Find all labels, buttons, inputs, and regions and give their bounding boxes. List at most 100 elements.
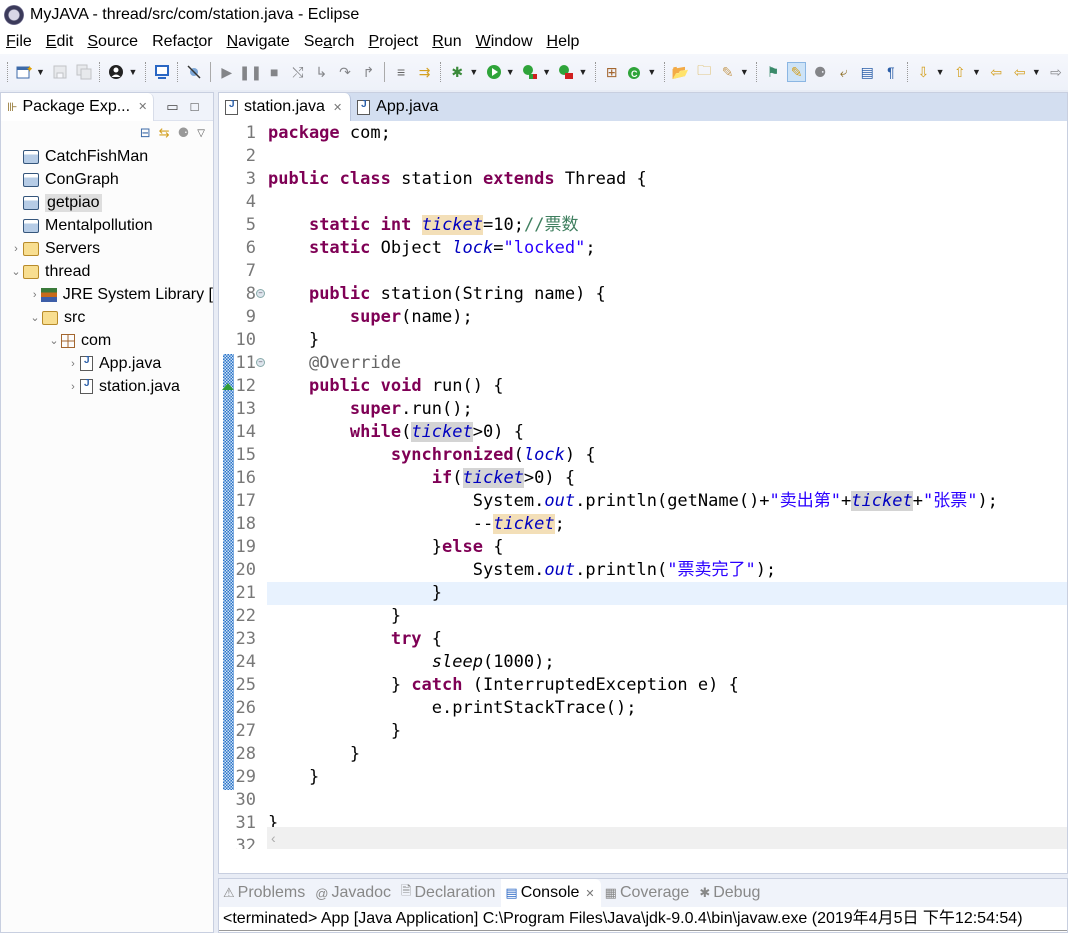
chevron-right-icon[interactable]: › xyxy=(66,381,80,393)
chevron-right-icon[interactable]: › xyxy=(66,358,80,370)
resume-icon[interactable]: ▶ xyxy=(217,62,237,82)
profile-icon[interactable] xyxy=(106,62,126,82)
debug-icon[interactable]: ✱ xyxy=(447,62,467,82)
toggle-breadcrumb-icon[interactable]: ⚑ xyxy=(763,62,783,82)
menu-navigate[interactable]: Navigate xyxy=(227,33,290,51)
step-into-icon[interactable]: ↳ xyxy=(312,62,332,82)
toggle-mark-occurrences-icon[interactable]: ✎ xyxy=(786,62,807,82)
tree-item-app-java[interactable]: ›App.java xyxy=(1,352,213,375)
next-annotation-icon[interactable]: ⇩ xyxy=(914,62,934,82)
menu-help[interactable]: Help xyxy=(547,33,580,51)
tab-debug[interactable]: ✱ Debug xyxy=(695,879,766,907)
profile-dropdown-icon[interactable]: ▼ xyxy=(128,62,138,82)
fold-collapse-icon[interactable]: − xyxy=(256,358,265,367)
menu-search[interactable]: Search xyxy=(304,33,355,51)
run-dropdown-icon[interactable]: ▼ xyxy=(505,62,515,82)
menu-project[interactable]: Project xyxy=(368,33,418,51)
menu-run[interactable]: Run xyxy=(432,33,461,51)
show-whitespace-icon[interactable]: ¶ xyxy=(881,62,901,82)
code-editor[interactable]: 1 package com; 2 3 public class station exte… xyxy=(219,122,1067,849)
new-class-dropdown-icon[interactable]: ▼ xyxy=(647,62,657,82)
keyword: public xyxy=(268,169,330,189)
field-out: out xyxy=(544,491,576,511)
menu-window[interactable]: Window xyxy=(476,33,533,51)
show-source-selected-icon[interactable]: ▤ xyxy=(857,62,877,82)
external-tools-icon[interactable] xyxy=(556,62,576,82)
minimize-icon[interactable]: ▭ xyxy=(166,99,178,115)
toggle-block-selection-icon[interactable]: ⚈ xyxy=(810,62,830,82)
previous-annotation-icon[interactable]: ⇧ xyxy=(950,62,970,82)
scroll-left-icon[interactable]: ‹ xyxy=(271,830,276,846)
step-over-icon[interactable]: ↷ xyxy=(335,62,355,82)
tree-item-getpiao[interactable]: getpiao xyxy=(1,191,213,214)
save-icon[interactable] xyxy=(50,62,70,82)
open-task-icon[interactable]: 🗀 xyxy=(694,62,714,82)
drop-to-frame-icon[interactable]: ≡ xyxy=(391,62,411,82)
coverage-dropdown-icon[interactable]: ▼ xyxy=(542,62,552,82)
tree-item-congraph[interactable]: ConGraph xyxy=(1,168,213,191)
coverage-icon[interactable] xyxy=(520,62,540,82)
run-icon[interactable] xyxy=(484,62,504,82)
toggle-word-wrap-icon[interactable]: ⤶ xyxy=(834,62,854,82)
chevron-down-icon[interactable]: ⌄ xyxy=(47,334,61,347)
chevron-right-icon[interactable]: › xyxy=(28,289,41,301)
new-dropdown-icon[interactable]: ▼ xyxy=(36,62,46,82)
tree-item-servers[interactable]: › Servers xyxy=(1,237,213,260)
menu-refactor[interactable]: Refactor xyxy=(152,33,212,51)
next-annotation-dropdown-icon[interactable]: ▼ xyxy=(935,62,945,82)
step-return-icon[interactable]: ↱ xyxy=(359,62,379,82)
tree-item-jre-system-library[interactable]: › JRE System Library [ xyxy=(1,283,213,306)
menu-edit[interactable]: Edit xyxy=(46,33,74,51)
close-icon[interactable]: ✕ xyxy=(585,887,594,900)
external-tools-dropdown-icon[interactable]: ▼ xyxy=(578,62,588,82)
debug-dropdown-icon[interactable]: ▼ xyxy=(469,62,479,82)
search-dropdown-icon[interactable]: ▼ xyxy=(739,62,749,82)
menu-source[interactable]: Source xyxy=(87,33,138,51)
chevron-down-icon[interactable]: ⌄ xyxy=(28,311,42,324)
close-icon[interactable]: ✕ xyxy=(333,101,342,114)
suspend-icon[interactable]: ❚❚ xyxy=(239,62,262,82)
tab-app-java[interactable]: App.java xyxy=(351,93,446,121)
console-icon[interactable] xyxy=(152,62,172,82)
tab-coverage[interactable]: ▦ Coverage xyxy=(601,879,696,907)
previous-annotation-dropdown-icon[interactable]: ▼ xyxy=(972,62,982,82)
tab-console[interactable]: ▤ Console ✕ xyxy=(501,879,601,907)
save-all-icon[interactable] xyxy=(74,62,94,82)
last-edit-location-icon[interactable]: ⇦ xyxy=(986,62,1006,82)
chevron-down-icon[interactable]: ⌄ xyxy=(9,265,23,278)
terminate-icon[interactable]: ■ xyxy=(265,62,285,82)
new-java-package-icon[interactable]: ⊞ xyxy=(602,62,622,82)
tree-item-catchfishman[interactable]: CatchFishMan xyxy=(1,145,213,168)
skip-breakpoints-icon[interactable] xyxy=(184,62,204,82)
tab-declaration[interactable]: 🗎 Declaration xyxy=(397,879,501,907)
disconnect-icon[interactable]: ⤭ xyxy=(288,62,308,82)
back-icon[interactable]: ⇦ xyxy=(1010,62,1030,82)
back-dropdown-icon[interactable]: ▼ xyxy=(1031,62,1041,82)
tab-problems[interactable]: ⚠ Problems xyxy=(219,879,311,907)
tree-item-src[interactable]: ⌄ src xyxy=(1,306,213,329)
tree-item-thread[interactable]: ⌄ thread xyxy=(1,260,213,283)
maximize-icon[interactable]: □ xyxy=(191,99,199,114)
use-step-filters-icon[interactable]: ⇉ xyxy=(415,62,435,82)
close-icon[interactable]: ✕ xyxy=(138,100,147,113)
search-icon[interactable]: ✎ xyxy=(718,62,738,82)
package-explorer-tab[interactable]: ⊪ Package Exp... ✕ xyxy=(1,92,155,121)
tree-item-station-java[interactable]: ›station.java xyxy=(1,375,213,398)
forward-icon[interactable]: ⇨ xyxy=(1046,62,1066,82)
tab-javadoc[interactable]: @ Javadoc xyxy=(311,879,397,907)
open-type-icon[interactable]: 📂 xyxy=(671,62,691,82)
chevron-right-icon[interactable]: › xyxy=(9,243,23,255)
tree-item-com[interactable]: ⌄ com xyxy=(1,329,213,352)
link-with-editor-icon[interactable]: ⇆ xyxy=(159,125,170,141)
new-icon[interactable]: ✦ xyxy=(14,62,34,82)
tree-item-mentalpollution[interactable]: Mentalpollution xyxy=(1,214,213,237)
view-menu-icon[interactable]: ▽ xyxy=(197,128,205,139)
fold-collapse-icon[interactable]: − xyxy=(256,289,265,298)
focus-on-working-set-icon[interactable]: ⚈ xyxy=(178,125,190,141)
tab-station-java[interactable]: station.java ✕ xyxy=(219,93,352,121)
horizontal-scrollbar[interactable]: ‹ xyxy=(267,827,1067,849)
new-java-class-icon[interactable]: C xyxy=(625,62,645,82)
collapse-all-icon[interactable]: ⊟ xyxy=(140,125,151,141)
code-line: 12 public void run() { xyxy=(219,375,1067,398)
menu-file[interactable]: File xyxy=(6,33,32,51)
